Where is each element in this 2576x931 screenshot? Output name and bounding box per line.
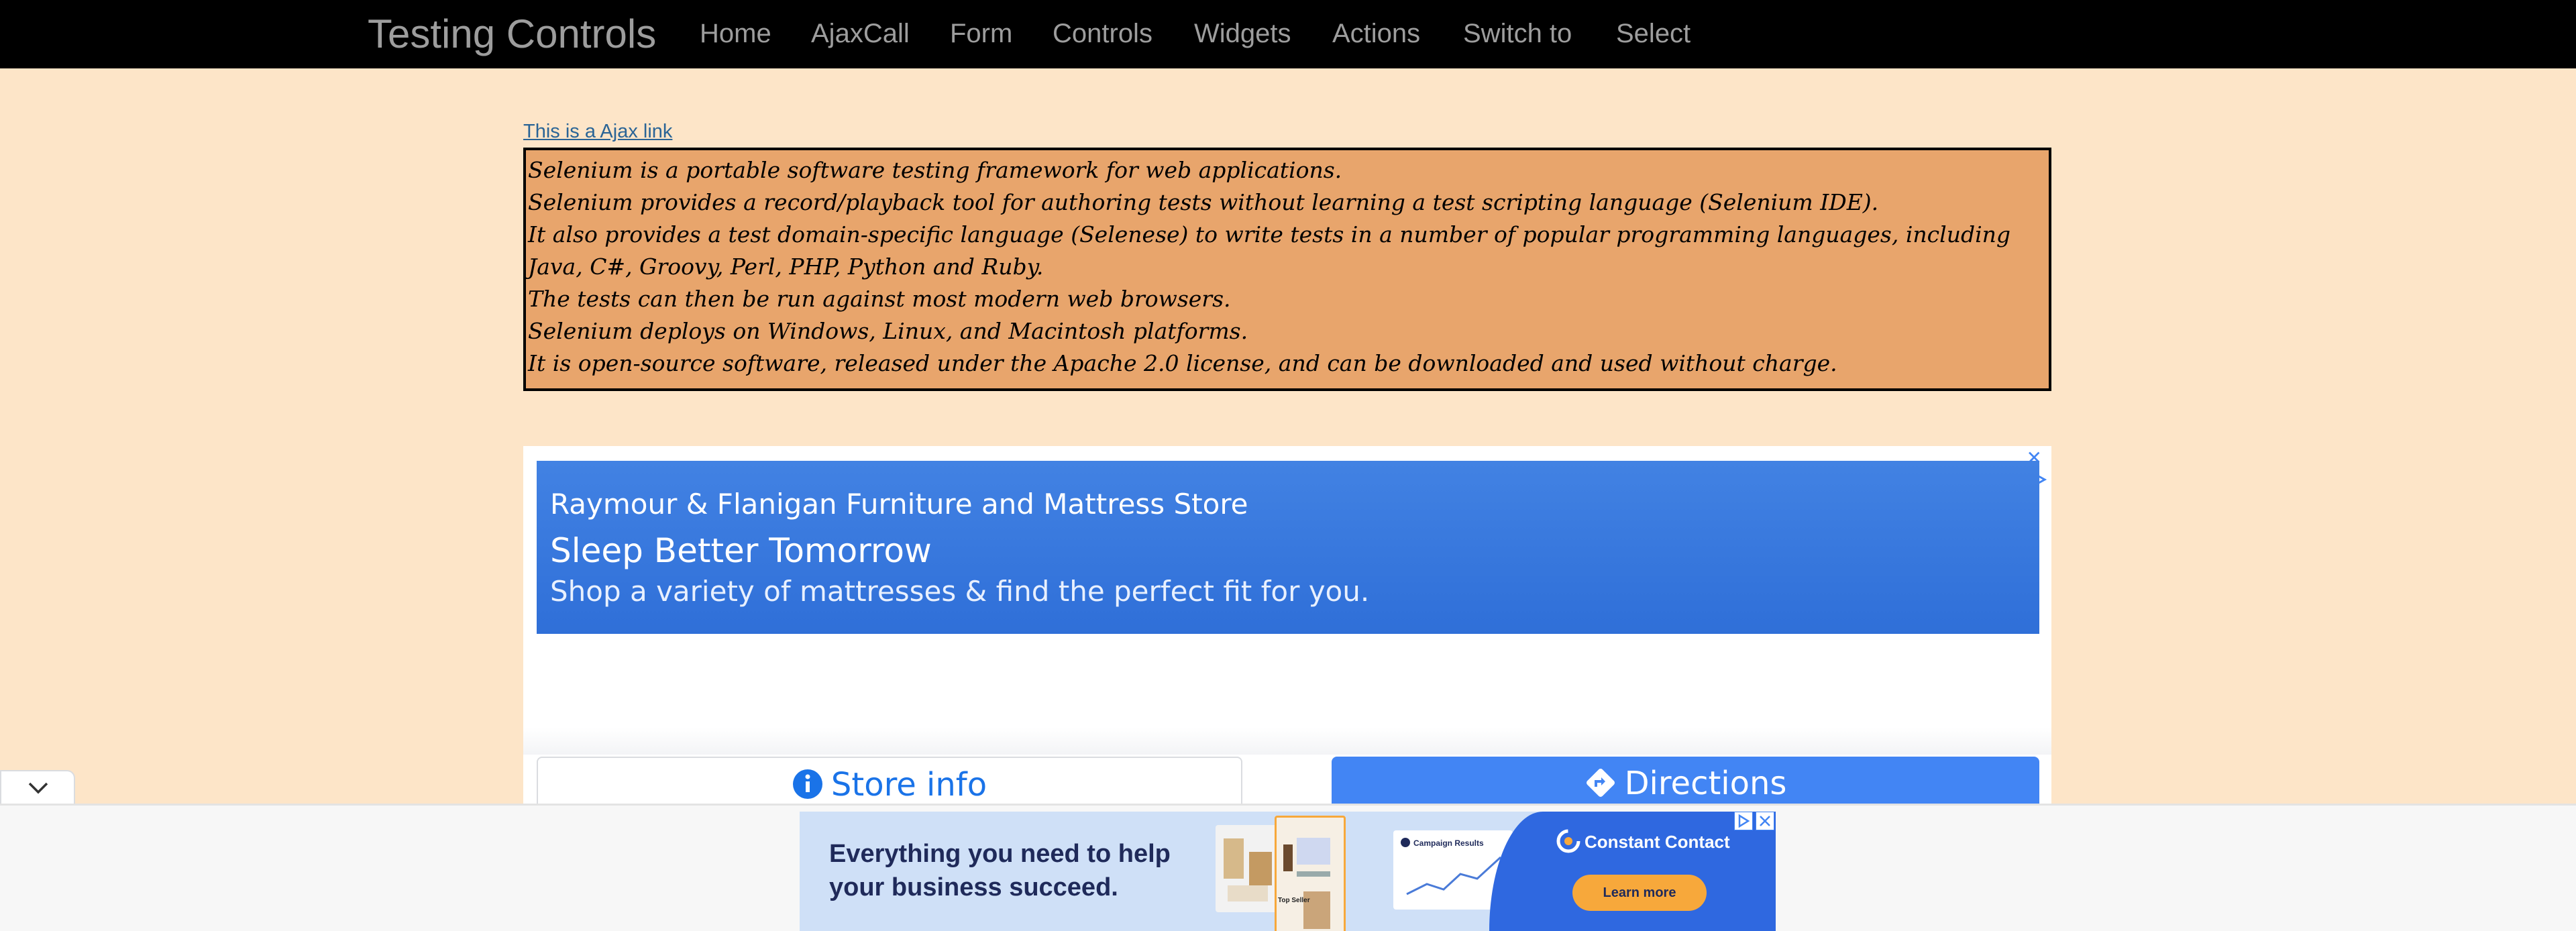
banner-close-icon[interactable]	[1756, 812, 1774, 830]
collapse-ad-button[interactable]	[0, 770, 75, 805]
store-info-button[interactable]: Store info	[537, 757, 1242, 805]
store-info-label: Store info	[830, 766, 987, 804]
selenium-description-box: Selenium is a portable software testing …	[523, 148, 2051, 391]
ad-creative[interactable]: Raymour & Flanigan Furniture and Mattres…	[537, 461, 2039, 634]
description-line: The tests can then be run against most m…	[528, 286, 1231, 312]
constant-contact-logo-icon	[1556, 829, 1580, 853]
banner-brand-panel	[1489, 812, 1776, 931]
ajax-link[interactable]: This is a Ajax link	[523, 121, 672, 143]
ad-divider	[523, 728, 2051, 755]
description-line: It also provides a test domain-specific …	[528, 221, 2011, 280]
learn-more-button[interactable]: Learn more	[1572, 875, 1707, 911]
directions-button[interactable]: Directions	[1332, 757, 2039, 805]
display-ad: ✕ Raymour & Flanigan Furniture and Mattr…	[523, 446, 2051, 805]
directions-icon	[1586, 769, 1615, 797]
top-seller-label: Top Seller	[1278, 897, 1310, 904]
navbar-brand[interactable]: Testing Controls	[368, 0, 656, 68]
banner-headline: Everything you need to help your busines…	[829, 840, 1171, 901]
ad-advertiser: Raymour & Flanigan Furniture and Mattres…	[550, 488, 1248, 521]
nav-item-actions[interactable]: Actions	[1332, 0, 1420, 68]
nav-item-widgets[interactable]: Widgets	[1194, 0, 1291, 68]
nav-item-select[interactable]: Select	[1616, 0, 1690, 68]
banner-brand: Constant Contact	[1585, 832, 1730, 852]
top-navbar: Testing Controls Home AjaxCall Form Cont…	[0, 0, 2576, 68]
directions-label: Directions	[1624, 765, 1787, 802]
ad-info-icon[interactable]	[1734, 812, 1753, 830]
chevron-down-icon	[28, 782, 48, 794]
nav-item-form[interactable]: Form	[950, 0, 1012, 68]
info-icon	[792, 769, 822, 799]
ad-description: Shop a variety of mattresses & find the …	[550, 575, 1370, 608]
nav-item-switch-to[interactable]: Switch to	[1463, 0, 1572, 68]
nav-item-controls[interactable]: Controls	[1053, 0, 1152, 68]
product-thumbnail	[1216, 825, 1280, 912]
nav-item-home[interactable]: Home	[700, 0, 771, 68]
ad-headline: Sleep Better Tomorrow	[550, 531, 932, 570]
constant-contact-banner[interactable]: Everything you need to help your busines…	[800, 812, 1776, 931]
description-line: Selenium is a portable software testing …	[528, 157, 1342, 183]
description-line: Selenium provides a record/playback tool…	[528, 189, 1879, 215]
phone-mockup: Top Seller	[1275, 816, 1346, 931]
description-line: It is open-source software, released und…	[528, 350, 1837, 376]
nav-item-ajaxcall[interactable]: AjaxCall	[811, 0, 910, 68]
description-line: Selenium deploys on Windows, Linux, and …	[528, 318, 1248, 344]
